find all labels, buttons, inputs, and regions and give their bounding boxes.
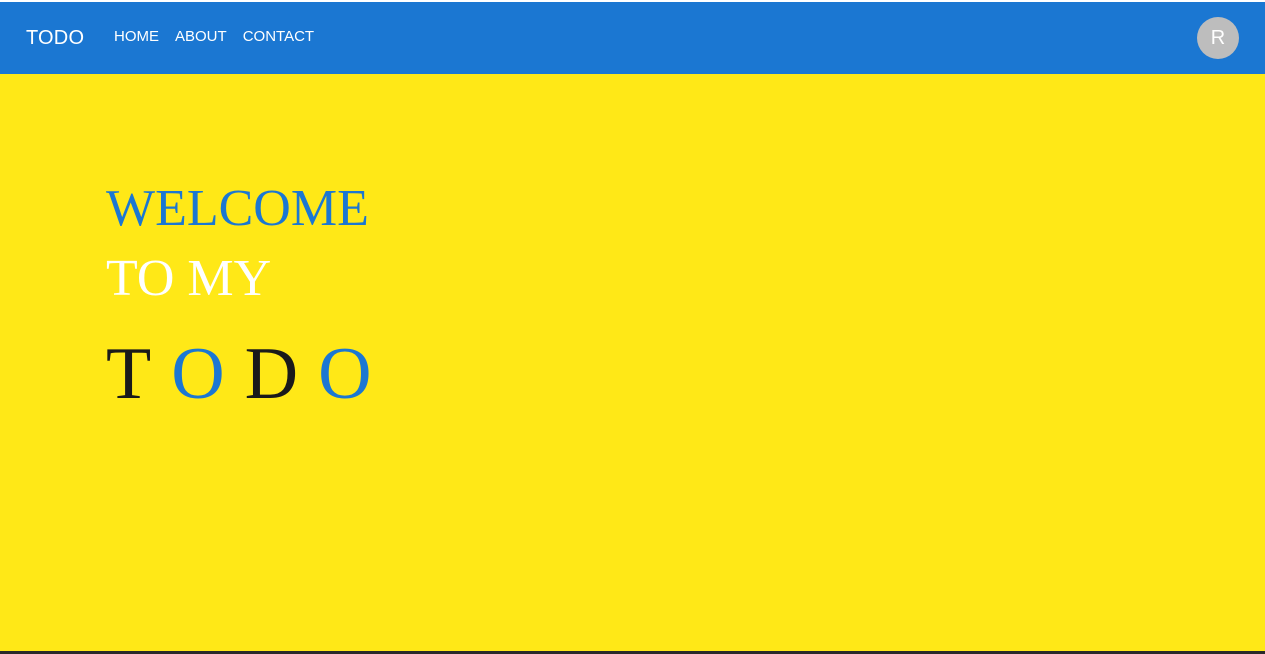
hero-section: WELCOME TO MY T O D O	[106, 180, 392, 414]
navbar: TODO HOME ABOUT CONTACT R	[0, 2, 1265, 74]
nav-link-home[interactable]: HOME	[106, 28, 167, 46]
todo-letter: D	[244, 333, 299, 415]
todo-letter: O	[171, 333, 225, 415]
user-avatar[interactable]: R	[1197, 17, 1239, 59]
nav-links: HOME ABOUT CONTACT	[106, 28, 322, 46]
hero-welcome-text: WELCOME	[106, 180, 369, 237]
page-background: TODO HOME ABOUT CONTACT R WELCOME TO MY …	[0, 0, 1265, 654]
todo-letter: O	[318, 333, 372, 415]
hero-todo-title: T O D O	[106, 334, 392, 414]
hero-to-my-text: TO MY	[106, 250, 272, 307]
brand-logo[interactable]: TODO	[26, 26, 84, 50]
nav-link-about[interactable]: ABOUT	[167, 28, 235, 46]
nav-link-contact[interactable]: CONTACT	[235, 28, 322, 46]
todo-letter: T	[106, 333, 152, 415]
